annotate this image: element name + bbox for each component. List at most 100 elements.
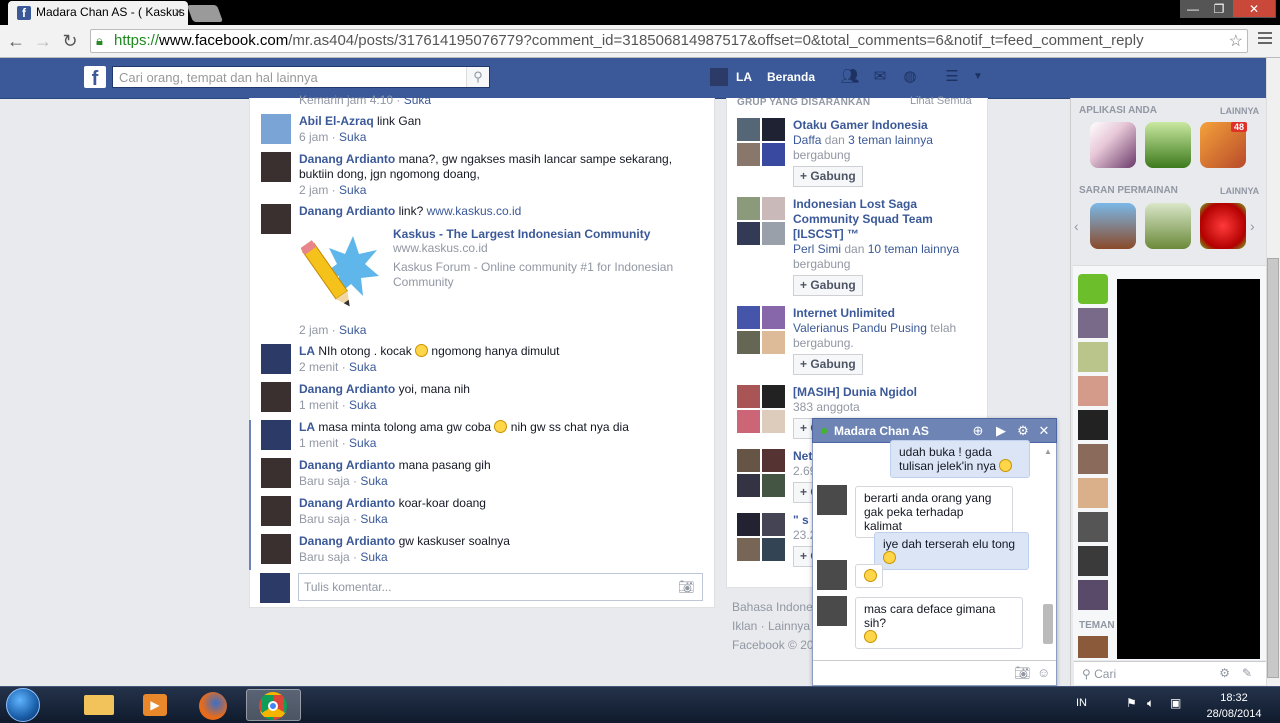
- footer-links[interactable]: Iklan · Lainnya ·: [732, 617, 817, 636]
- like-link[interactable]: Suka: [339, 323, 366, 337]
- contact-avatar[interactable]: [1078, 478, 1108, 508]
- video-call-icon[interactable]: ▶: [993, 423, 1009, 439]
- commenter-avatar[interactable]: [261, 382, 291, 412]
- chrome-menu-icon[interactable]: [1258, 32, 1272, 48]
- contact-avatar[interactable]: [1078, 376, 1108, 406]
- games-more-link[interactable]: LAINNYA: [1220, 186, 1259, 196]
- notifications-globe-icon[interactable]: ◍: [900, 68, 920, 86]
- like-link[interactable]: Suka: [360, 550, 387, 564]
- contact-avatar[interactable]: [1078, 512, 1108, 542]
- gear-icon[interactable]: ⚙: [1219, 666, 1230, 680]
- commenter-avatar[interactable]: [261, 420, 291, 450]
- like-link[interactable]: Suka: [349, 398, 376, 412]
- home-link[interactable]: Beranda: [767, 70, 815, 84]
- like-link[interactable]: Suka: [339, 183, 366, 197]
- commenter-avatar[interactable]: [261, 458, 291, 488]
- group-photo-mosaic[interactable]: [737, 385, 785, 433]
- contact-avatar[interactable]: [817, 560, 847, 590]
- commenter-name[interactable]: Danang Ardianto: [299, 534, 395, 548]
- chat-scrollbar-thumb[interactable]: [1043, 604, 1053, 644]
- commenter-avatar[interactable]: [261, 204, 291, 234]
- close-window-button[interactable]: ✕: [1232, 0, 1276, 18]
- add-friend-icon[interactable]: ⊕: [970, 423, 986, 439]
- language-indicator[interactable]: IN: [1076, 697, 1087, 709]
- system-clock[interactable]: 18:32 28/08/2014: [1199, 690, 1269, 722]
- contact-avatar[interactable]: [817, 596, 847, 626]
- tab-close-icon[interactable]: ×: [174, 4, 182, 19]
- user-avatar[interactable]: [710, 68, 728, 86]
- facebook-logo-icon[interactable]: f: [84, 66, 106, 88]
- gear-icon[interactable]: ⚙: [1015, 423, 1031, 439]
- contact-avatar[interactable]: [1078, 410, 1108, 440]
- group-photo-mosaic[interactable]: [737, 306, 785, 354]
- chevron-left-icon[interactable]: ‹: [1074, 218, 1079, 234]
- commenter-name[interactable]: LA: [299, 420, 315, 434]
- contact-avatar[interactable]: [817, 485, 847, 515]
- explorer-taskbar-icon[interactable]: [72, 689, 126, 721]
- like-link[interactable]: Suka: [360, 474, 387, 488]
- like-link[interactable]: Suka: [339, 130, 366, 144]
- contact-avatar[interactable]: [1078, 308, 1108, 338]
- compose-icon[interactable]: ✎: [1242, 666, 1252, 680]
- action-center-flag-icon[interactable]: ⚑: [1126, 696, 1137, 710]
- commenter-name[interactable]: Danang Ardianto: [299, 496, 395, 510]
- commenter-name[interactable]: Abil El-Azraq: [299, 114, 374, 128]
- like-link[interactable]: Suka: [404, 93, 431, 107]
- farm-game-icon[interactable]: [1145, 203, 1191, 249]
- join-group-button[interactable]: + Gabung: [793, 354, 863, 375]
- commenter-avatar[interactable]: [261, 534, 291, 564]
- join-group-button[interactable]: + Gabung: [793, 166, 863, 187]
- back-arrow-icon[interactable]: ←: [6, 31, 26, 51]
- bookmark-star-icon[interactable]: ☆: [1229, 31, 1243, 51]
- app-icon[interactable]: [1090, 122, 1136, 168]
- media-player-taskbar-icon[interactable]: ▶: [128, 689, 182, 721]
- emoticon-picker-icon[interactable]: ☺: [1037, 665, 1050, 680]
- firefox-taskbar-icon[interactable]: [186, 689, 240, 721]
- account-menu-chevron-icon[interactable]: ▼: [968, 68, 988, 86]
- group-name[interactable]: Indonesian Lost Saga Community Squad Tea…: [793, 197, 982, 242]
- group-name[interactable]: Otaku Gamer Indonesia: [793, 118, 982, 133]
- friend-requests-icon[interactable]: 👥︎: [840, 68, 860, 86]
- address-bar[interactable]: 🔒︎ https://www.facebook.com/mr.as404/post…: [90, 29, 1248, 53]
- search-input[interactable]: Cari orang, tempat dan hal lainnya: [112, 66, 490, 88]
- commenter-avatar[interactable]: [261, 114, 291, 144]
- reload-icon[interactable]: ↻: [60, 31, 80, 51]
- like-link[interactable]: Suka: [349, 360, 376, 374]
- commenter-name[interactable]: Danang Ardianto: [299, 204, 395, 218]
- group-name[interactable]: Internet Unlimited: [793, 306, 982, 321]
- see-all-link[interactable]: Lihat Semua: [910, 95, 972, 107]
- group-photo-mosaic[interactable]: [737, 513, 785, 561]
- chat-search-input[interactable]: ⚲ Cari ⚙ ✎: [1074, 661, 1266, 685]
- contact-avatar[interactable]: [1078, 546, 1108, 576]
- comment-input[interactable]: Tulis komentar...: [298, 573, 703, 601]
- contact-avatar[interactable]: [1078, 636, 1108, 658]
- chevron-right-icon[interactable]: ›: [1250, 218, 1255, 234]
- like-link[interactable]: Suka: [360, 512, 387, 526]
- start-button-icon[interactable]: [6, 688, 40, 722]
- camera-icon[interactable]: 📷︎: [678, 579, 695, 595]
- scroll-up-arrow-icon[interactable]: ▲: [1044, 447, 1052, 456]
- close-icon[interactable]: ✕: [1036, 423, 1052, 439]
- group-name[interactable]: [MASIH] Dunia Ngidol: [793, 385, 982, 400]
- camera-icon[interactable]: 📷︎: [1014, 665, 1031, 681]
- page-scrollbar-thumb[interactable]: [1267, 258, 1279, 678]
- join-group-button[interactable]: + Gabung: [793, 275, 863, 296]
- comment-link[interactable]: www.kaskus.co.id: [427, 204, 522, 218]
- link-preview-title[interactable]: Kaskus - The Largest Indonesian Communit…: [393, 227, 650, 241]
- group-photo-mosaic[interactable]: [737, 118, 785, 166]
- chrome-taskbar-icon[interactable]: [246, 689, 301, 721]
- dinosaur-game-icon[interactable]: [1090, 203, 1136, 249]
- kaskus-pencil-logo-icon[interactable]: [300, 228, 381, 312]
- new-tab-button[interactable]: [186, 5, 224, 22]
- group-photo-mosaic[interactable]: [737, 449, 785, 497]
- forward-arrow-icon[interactable]: →: [33, 31, 53, 51]
- commenter-name[interactable]: Danang Ardianto: [299, 152, 395, 166]
- network-icon[interactable]: ▣: [1170, 696, 1181, 710]
- commenter-avatar[interactable]: [261, 496, 291, 526]
- contact-avatar[interactable]: [1078, 342, 1108, 372]
- language-link[interactable]: Bahasa Indone: [732, 598, 817, 617]
- privacy-shortcuts-icon[interactable]: ☰: [942, 68, 962, 86]
- volume-icon[interactable]: 🔈︎: [1147, 696, 1154, 711]
- commenter-name[interactable]: LA: [299, 344, 315, 358]
- android-avatar-icon[interactable]: [1078, 274, 1108, 304]
